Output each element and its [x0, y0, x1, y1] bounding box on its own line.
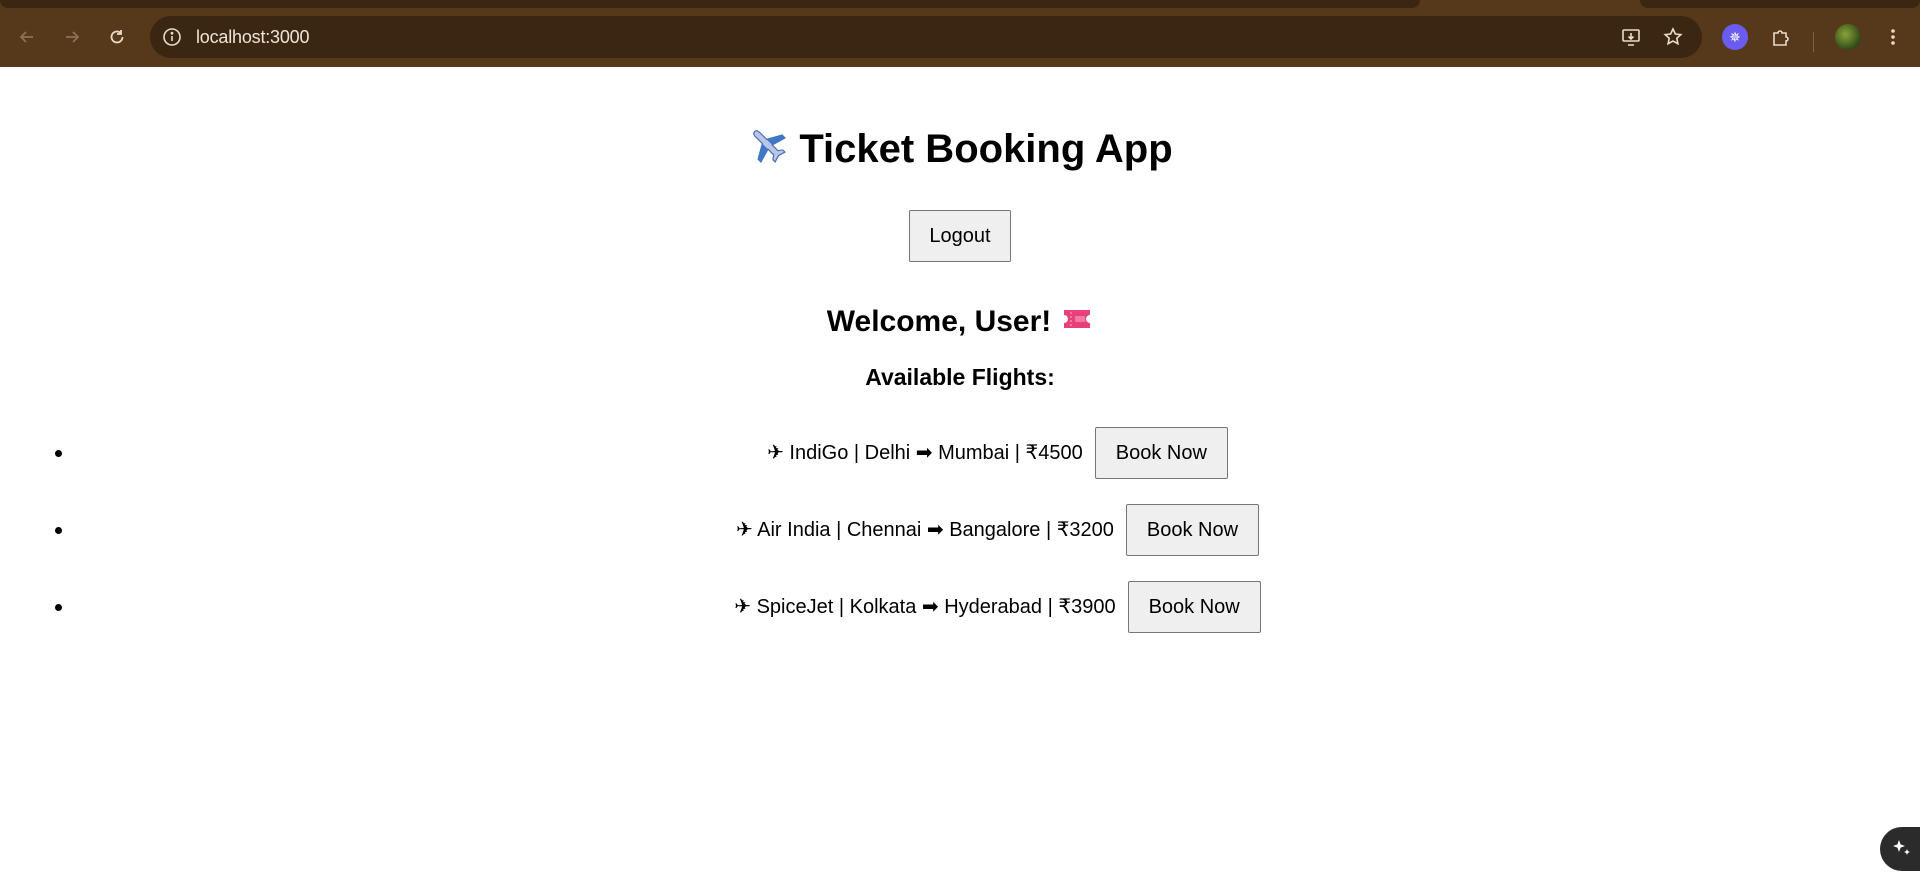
flights-heading: Available Flights: — [865, 364, 1055, 390]
flight-info: ✈ SpiceJet | Kolkata ➡ Hyderabad | ₹3900 — [734, 596, 1116, 618]
list-bullet — [55, 527, 62, 534]
toolbar-divider — [1813, 32, 1814, 52]
address-bar[interactable]: localhost:3000 — [150, 16, 1702, 58]
welcome-text: Welcome, User! — [826, 305, 1052, 338]
inactive-tab-edge[interactable] — [1640, 0, 1920, 8]
title-text: Ticket Booking App — [799, 127, 1173, 171]
active-tab-edge[interactable] — [0, 0, 1420, 8]
airplane-icon — [747, 124, 789, 177]
browser-toolbar: localhost:3000 ✵ — [0, 8, 1920, 67]
flight-info: ✈ IndiGo | Delhi ➡ Mumbai | ₹4500 — [767, 442, 1083, 464]
logout-button[interactable]: Logout — [909, 210, 1011, 262]
info-icon[interactable] — [162, 27, 182, 47]
profile-avatar[interactable] — [1835, 24, 1861, 50]
book-now-button[interactable]: Book Now — [1094, 427, 1228, 479]
puzzle-icon[interactable] — [1768, 24, 1794, 50]
page-title: Ticket Booking App — [0, 124, 1920, 177]
book-now-button[interactable]: Book Now — [1125, 504, 1260, 556]
reload-icon[interactable] — [102, 22, 132, 52]
star-icon[interactable] — [1662, 26, 1684, 48]
arrow-right-icon[interactable] — [57, 22, 87, 52]
flight-info: ✈ Air India | Chennai ➡ Bangalore | ₹320… — [735, 519, 1114, 541]
list-bullet — [55, 450, 62, 457]
sparkle-assistant-icon[interactable] — [1880, 827, 1920, 871]
ticket-icon — [1061, 303, 1093, 339]
url-text[interactable]: localhost:3000 — [196, 27, 309, 48]
install-app-icon[interactable] — [1620, 26, 1642, 48]
book-now-button[interactable]: Book Now — [1127, 581, 1261, 633]
extension-gear-icon[interactable]: ✵ — [1722, 24, 1748, 50]
page-content: Ticket Booking App Logout Welcome, User!… — [0, 67, 1920, 884]
welcome-heading: Welcome, User! — [0, 303, 1920, 340]
list-bullet — [55, 604, 62, 611]
list-item: ✈ SpiceJet | Kolkata ➡ Hyderabad | ₹3900… — [0, 581, 1920, 633]
browser-tab-strip — [0, 0, 1920, 8]
arrow-left-icon[interactable] — [12, 22, 42, 52]
kebab-menu-icon[interactable] — [1880, 24, 1906, 50]
list-item: ✈ IndiGo | Delhi ➡ Mumbai | ₹4500 Book N… — [0, 427, 1920, 479]
list-item: ✈ Air India | Chennai ➡ Bangalore | ₹320… — [0, 504, 1920, 556]
